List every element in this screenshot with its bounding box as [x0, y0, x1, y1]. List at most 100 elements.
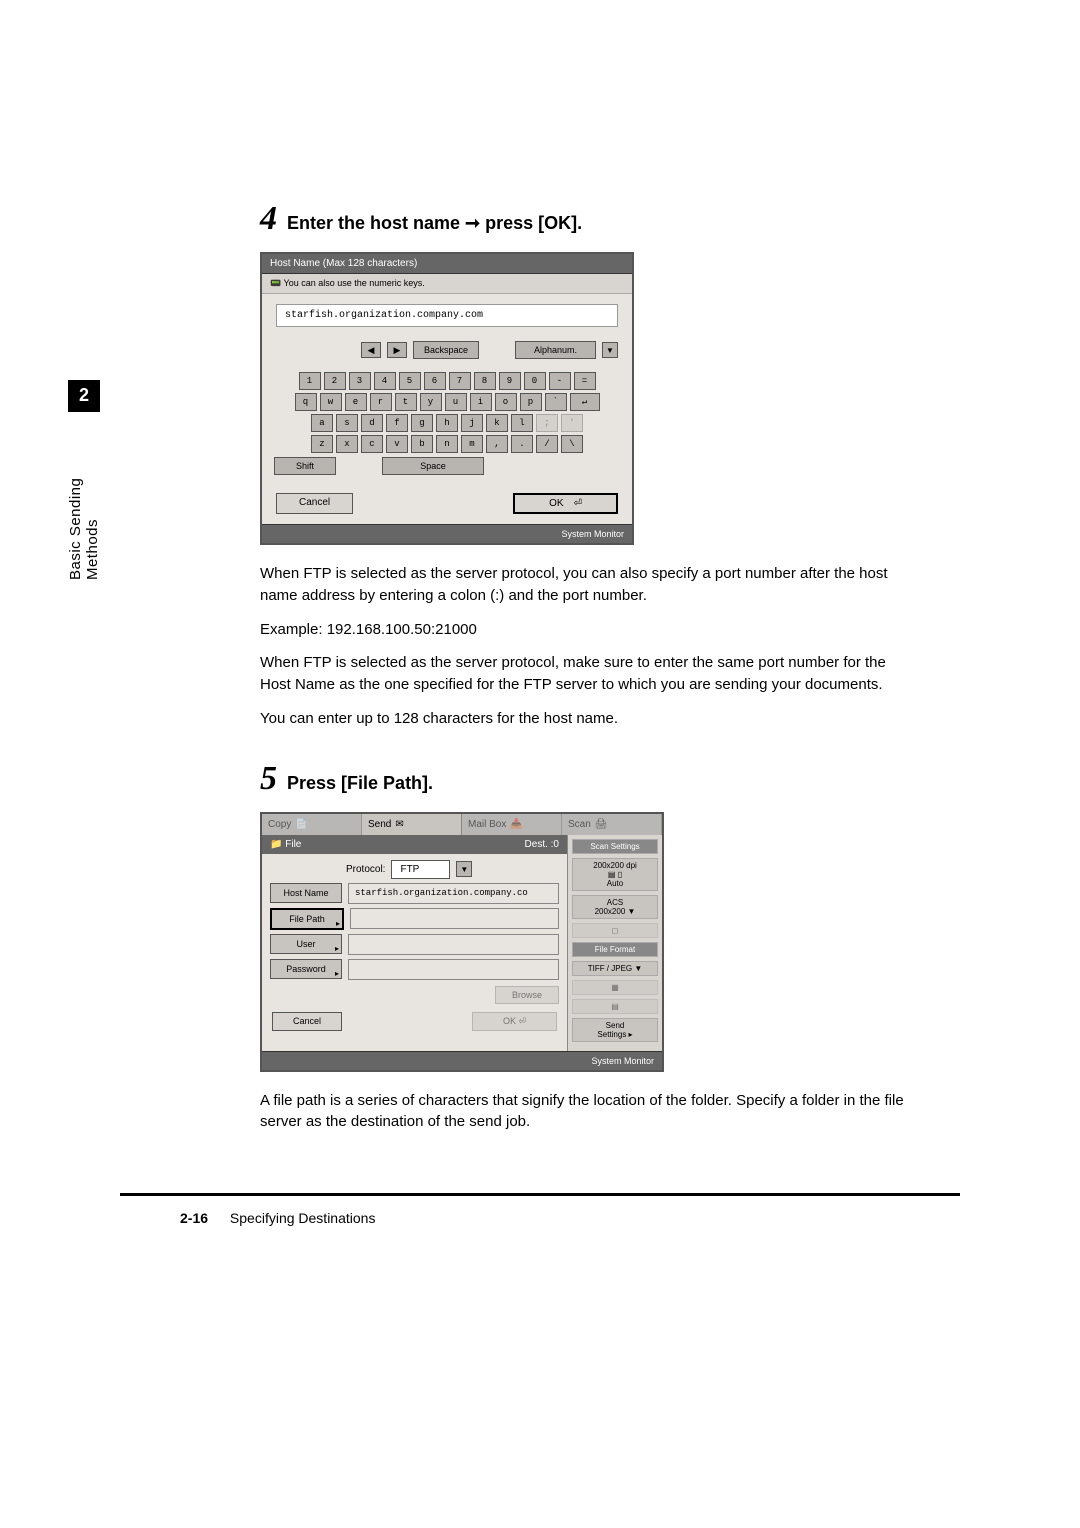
chapter-side-tab: 2 Basic Sending Methods: [68, 380, 100, 580]
key-comma[interactable]: ,: [486, 435, 508, 453]
protocol-dropdown[interactable]: FTP: [391, 860, 450, 879]
step-title: Press [File Path].: [287, 773, 433, 794]
key-e[interactable]: e: [345, 393, 367, 411]
hostname-input[interactable]: starfish.organization.company.com: [276, 304, 618, 327]
key-d[interactable]: d: [361, 414, 383, 432]
space-key[interactable]: Space: [382, 457, 484, 475]
dropdown-arrow-icon[interactable]: ▼: [456, 861, 472, 877]
key-v[interactable]: v: [386, 435, 408, 453]
key-8[interactable]: 8: [474, 372, 496, 390]
system-monitor-footer[interactable]: System Monitor: [262, 524, 632, 543]
key-0[interactable]: 0: [524, 372, 546, 390]
key-u[interactable]: u: [445, 393, 467, 411]
filepath-screenshot: Copy📄 Send✉ Mail Box📥 Scan🖨 📁 File Dest.…: [260, 812, 664, 1072]
chapter-number-badge: 2: [68, 380, 100, 412]
key-slash[interactable]: /: [536, 435, 558, 453]
tab-mailbox[interactable]: Mail Box📥: [462, 814, 562, 835]
two-sided-option: ◻: [572, 923, 658, 938]
backspace-button[interactable]: Backspace: [413, 341, 479, 359]
filepath-value: [350, 908, 559, 929]
browse-button[interactable]: Browse: [495, 986, 559, 1004]
key-semicolon[interactable]: ;: [536, 414, 558, 432]
key-a[interactable]: a: [311, 414, 333, 432]
tab-copy[interactable]: Copy📄: [262, 814, 362, 835]
file-format-dropdown[interactable]: TIFF / JPEG ▼: [572, 961, 658, 976]
key-y[interactable]: y: [420, 393, 442, 411]
dpi-display: 200x200 dpi ▤ ▯ Auto: [572, 858, 658, 891]
stamp-option: ▦: [572, 980, 658, 995]
cancel-button[interactable]: Cancel: [276, 493, 353, 514]
key-2[interactable]: 2: [324, 372, 346, 390]
file-format-header: File Format: [572, 942, 658, 957]
key-1[interactable]: 1: [299, 372, 321, 390]
key-equals[interactable]: =: [574, 372, 596, 390]
key-r[interactable]: r: [370, 393, 392, 411]
key-apostrophe[interactable]: ': [561, 414, 583, 432]
key-l[interactable]: l: [511, 414, 533, 432]
key-5[interactable]: 5: [399, 372, 421, 390]
step5-para1: A file path is a series of characters th…: [260, 1090, 920, 1134]
user-value: [348, 934, 559, 955]
key-g[interactable]: g: [411, 414, 433, 432]
key-o[interactable]: o: [495, 393, 517, 411]
key-h[interactable]: h: [436, 414, 458, 432]
step-number: 5: [260, 760, 277, 798]
scan-settings-header: Scan Settings: [572, 839, 658, 854]
key-4[interactable]: 4: [374, 372, 396, 390]
shift-key[interactable]: Shift: [274, 457, 336, 475]
key-k[interactable]: k: [486, 414, 508, 432]
key-9[interactable]: 9: [499, 372, 521, 390]
key-c[interactable]: c: [361, 435, 383, 453]
onscreen-keyboard: 1 2 3 4 5 6 7 8 9 0 - = q w e r: [262, 367, 632, 487]
key-backtick[interactable]: `: [545, 393, 567, 411]
input-mode-dropdown[interactable]: Alphanum.: [515, 341, 596, 359]
numeric-hint: 📟 You can also use the numeric keys.: [262, 274, 632, 294]
cancel-button[interactable]: Cancel: [272, 1012, 342, 1031]
key-minus[interactable]: -: [549, 372, 571, 390]
step-title: Enter the host name ➞ press [OK].: [287, 213, 582, 234]
hostname-button[interactable]: Host Name: [270, 883, 342, 903]
key-backslash[interactable]: \: [561, 435, 583, 453]
key-period[interactable]: .: [511, 435, 533, 453]
dialog-title: Host Name (Max 128 characters): [262, 254, 632, 274]
key-z[interactable]: z: [311, 435, 333, 453]
key-s[interactable]: s: [336, 414, 358, 432]
key-x[interactable]: x: [336, 435, 358, 453]
tab-scan[interactable]: Scan🖨: [562, 814, 662, 835]
chapter-title-label: Basic Sending Methods: [67, 422, 101, 580]
tab-send[interactable]: Send✉: [362, 814, 462, 835]
step4-para1: When FTP is selected as the server proto…: [260, 563, 920, 607]
key-j[interactable]: j: [461, 414, 483, 432]
dest-count: Dest. :0: [525, 839, 559, 850]
step4-para3: When FTP is selected as the server proto…: [260, 652, 920, 696]
key-7[interactable]: 7: [449, 372, 471, 390]
key-p[interactable]: p: [520, 393, 542, 411]
cursor-left-button[interactable]: ◀: [361, 342, 381, 358]
key-b[interactable]: b: [411, 435, 433, 453]
key-3[interactable]: 3: [349, 372, 371, 390]
key-m[interactable]: m: [461, 435, 483, 453]
folder-icon: 📁: [270, 839, 282, 850]
send-icon: ✉: [395, 819, 403, 830]
key-w[interactable]: w: [320, 393, 342, 411]
section-title: Specifying Destinations: [230, 1210, 376, 1226]
key-6[interactable]: 6: [424, 372, 446, 390]
filepath-button[interactable]: File Path▸: [270, 908, 344, 930]
key-i[interactable]: i: [470, 393, 492, 411]
file-header-bar: 📁 File Dest. :0: [262, 835, 567, 854]
ok-button-disabled: OK ⏎: [472, 1012, 557, 1031]
cursor-right-button[interactable]: ▶: [387, 342, 407, 358]
key-n[interactable]: n: [436, 435, 458, 453]
ok-button[interactable]: OK⏎: [513, 493, 618, 514]
user-button[interactable]: User▸: [270, 934, 342, 954]
key-enter[interactable]: ↵: [570, 393, 600, 411]
password-button[interactable]: Password▸: [270, 959, 342, 979]
key-q[interactable]: q: [295, 393, 317, 411]
key-t[interactable]: t: [395, 393, 417, 411]
send-settings-button[interactable]: Send Settings ▸: [572, 1018, 658, 1042]
acs-dropdown[interactable]: ACS 200x200 ▼: [572, 895, 658, 919]
step-number: 4: [260, 200, 277, 238]
system-monitor-footer[interactable]: System Monitor: [262, 1051, 662, 1070]
dropdown-arrow-icon[interactable]: ▼: [602, 342, 618, 358]
key-f[interactable]: f: [386, 414, 408, 432]
